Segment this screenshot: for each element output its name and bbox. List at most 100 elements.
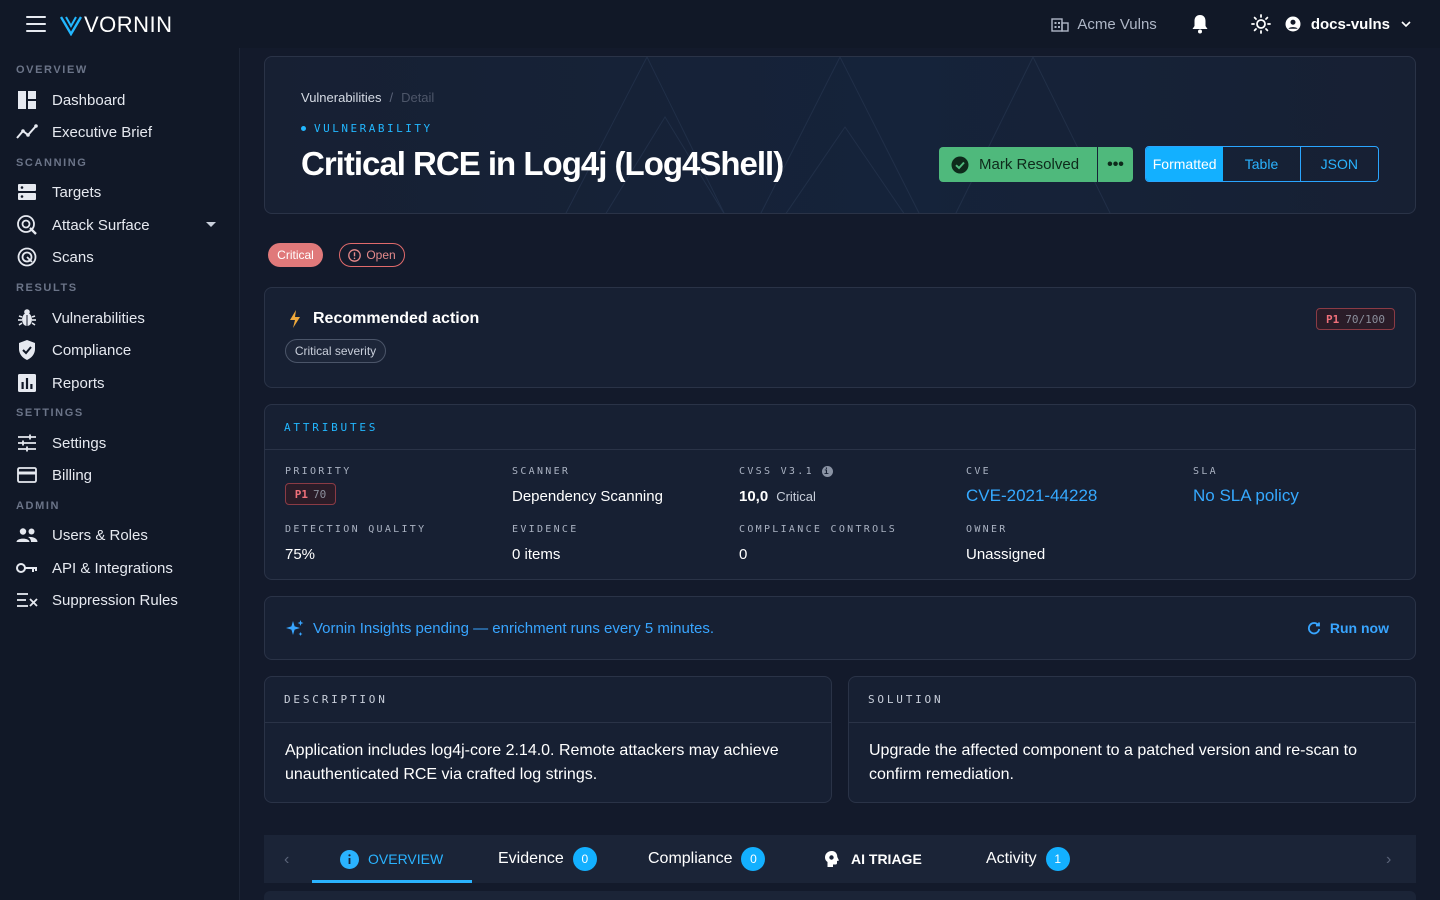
priority-score: 70/100 [1345, 312, 1385, 326]
sidebar-item-targets[interactable]: Targets [16, 178, 224, 206]
attr-priority: PRIORITY P1 70 [285, 466, 352, 505]
tab-label: Compliance [648, 850, 733, 867]
theme-toggle[interactable] [1250, 14, 1271, 34]
sidebar-section-overview: OVERVIEW [16, 64, 88, 76]
attr-label-row: CVSS V3.1 i [739, 466, 833, 477]
priority-badge: P1 70 [285, 483, 336, 505]
attr-value: 0 [739, 546, 748, 563]
run-now-button[interactable]: Run now [1307, 620, 1389, 636]
sun-icon [1250, 14, 1271, 34]
sidebar-section-results: RESULTS [16, 282, 78, 294]
attr-value: 0 items [512, 546, 561, 563]
sidebar-item-label: Billing [52, 466, 93, 484]
cvss-score: 10,0 [739, 488, 769, 505]
bell-icon [1192, 15, 1208, 34]
ai-head-icon [825, 851, 839, 867]
sidebar-item-users-roles[interactable]: Users & Roles [16, 521, 224, 549]
tabs-scroll-left-icon[interactable]: ‹ [284, 851, 289, 869]
breadcrumb-separator: / [389, 90, 394, 105]
eyebrow-label: VULNERABILITY [314, 122, 433, 135]
sidebar-item-label: Suppression Rules [52, 591, 178, 609]
sidebar-item-executive-brief[interactable]: Executive Brief [16, 118, 224, 146]
recommended-action-title: Recommended action [313, 310, 480, 327]
vulnerability-header-card: Vulnerabilities / Detail VULNERABILITY Cri… [264, 56, 1416, 214]
solution-card: SOLUTION Upgrade the affected component … [848, 676, 1416, 803]
tabs-scroll-right-icon[interactable]: › [1386, 851, 1391, 869]
sidebar-item-label: Targets [52, 183, 102, 201]
sidebar-item-label: Executive Brief [52, 123, 153, 141]
tab-ai-triage[interactable]: AI TRIAGE [822, 835, 922, 883]
tab-evidence[interactable]: Evidence 0 [498, 835, 597, 883]
sidebar-item-attack-surface[interactable]: Attack Surface [16, 211, 224, 239]
attributes-header: ATTRIBUTES [265, 405, 1415, 450]
sidebar-item-label: Users & Roles [52, 526, 148, 544]
dashboard-icon [16, 89, 38, 111]
sidebar-item-api-integrations[interactable]: API & Integrations [16, 554, 224, 582]
view-mode-table[interactable]: Table [1223, 147, 1301, 181]
sidebar-item-suppression-rules[interactable]: Suppression Rules [16, 586, 224, 614]
more-actions-button[interactable]: ••• [1098, 147, 1133, 182]
sidebar-item-label: Scans [52, 248, 94, 266]
sidebar-section-settings: SETTINGS [16, 407, 84, 419]
view-mode-json[interactable]: JSON [1301, 147, 1378, 181]
sidebar-section-admin: ADMIN [16, 500, 61, 512]
tab-count-badge: 0 [572, 847, 597, 871]
org-name: Acme Vulns [1077, 15, 1157, 33]
tab-overview[interactable]: OVERVIEW [340, 835, 443, 883]
attr-label: CVE [966, 466, 991, 477]
sidebar-item-reports[interactable]: Reports [16, 369, 224, 397]
sidebar-item-scans[interactable]: Scans [16, 243, 224, 271]
mark-resolved-label: Mark Resolved [979, 156, 1080, 173]
user-menu[interactable]: docs-vulns [1285, 16, 1412, 33]
menu-icon[interactable] [26, 16, 46, 32]
server-icon [16, 181, 38, 203]
radar-search-icon [16, 214, 38, 236]
sla-link[interactable]: No SLA policy [1193, 486, 1299, 506]
attr-evidence: EVIDENCE 0 items [512, 524, 579, 563]
attr-detection-quality: DETECTION QUALITY 75% [285, 524, 426, 563]
notifications-button[interactable] [1191, 14, 1209, 34]
brand-logo[interactable]: VORNIN [60, 12, 173, 38]
sidebar-item-billing[interactable]: Billing [16, 461, 224, 489]
priority-level: P1 [1326, 312, 1340, 326]
insights-message: Vornin Insights pending — enrichment run… [313, 620, 715, 637]
sidebar-item-compliance[interactable]: Compliance [16, 336, 224, 364]
caret-down-icon[interactable] [206, 222, 216, 227]
status-label: Open [366, 248, 396, 262]
org-switcher[interactable]: Acme Vulns [1051, 15, 1157, 33]
severity-badge: Critical [268, 243, 323, 267]
eyebrow-dot-icon [301, 126, 306, 131]
check-circle-icon [951, 156, 969, 173]
attr-compliance-controls: COMPLIANCE CONTROLS 0 [739, 524, 897, 563]
solution-header: SOLUTION [849, 677, 1415, 723]
info-circle-icon [340, 849, 359, 869]
info-icon[interactable]: i [821, 466, 833, 477]
shield-check-icon [16, 339, 38, 361]
cvss-value: 10,0 Critical [739, 488, 833, 505]
tab-activity[interactable]: Activity 1 [986, 835, 1070, 883]
view-mode-formatted[interactable]: Formatted [1146, 147, 1224, 181]
attr-label: SCANNER [512, 466, 571, 477]
solution-text: Upgrade the affected component to a patc… [869, 742, 1358, 783]
attr-cve: CVE CVE-2021-44228 [966, 466, 1097, 506]
attr-label: PRIORITY [285, 466, 352, 477]
tab-compliance[interactable]: Compliance 0 [648, 835, 766, 883]
tab-label: Activity [986, 850, 1037, 867]
sidebar-item-label: Settings [52, 434, 107, 452]
vornin-logo-icon [60, 16, 82, 36]
sidebar-item-dashboard[interactable]: Dashboard [16, 86, 224, 114]
breadcrumb: Vulnerabilities / Detail [301, 90, 434, 105]
refresh-icon [1307, 622, 1320, 635]
sparkles-icon [286, 620, 304, 636]
brand-name: VORNIN [84, 12, 173, 37]
tab-label: Evidence [498, 850, 564, 867]
more-dots-icon: ••• [1107, 155, 1124, 173]
sidebar-item-settings[interactable]: Settings [16, 429, 224, 457]
description-heading: DESCRIPTION [284, 693, 388, 706]
cve-link[interactable]: CVE-2021-44228 [966, 486, 1097, 506]
view-mode-toggle: Formatted Table JSON [1145, 146, 1379, 182]
breadcrumb-link-vulnerabilities[interactable]: Vulnerabilities [301, 90, 381, 105]
mark-resolved-button[interactable]: Mark Resolved [939, 147, 1097, 182]
suppress-icon [16, 589, 38, 611]
sidebar-item-vulnerabilities[interactable]: Vulnerabilities [16, 304, 224, 332]
